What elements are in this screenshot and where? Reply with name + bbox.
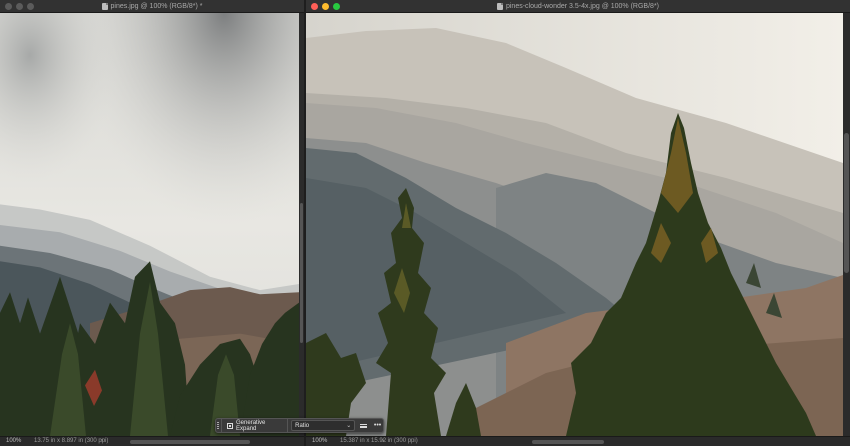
vertical-scrollbar[interactable] <box>843 13 850 436</box>
close-button[interactable] <box>5 3 12 10</box>
window-controls <box>5 3 34 10</box>
vertical-scrollbar[interactable] <box>299 13 304 436</box>
info-menu-caret[interactable]: › <box>101 437 103 446</box>
photo-pines-cloud-wonder <box>306 13 843 436</box>
photo-pines <box>0 13 299 436</box>
document-tab[interactable]: pines.jpg @ 100% (RGB/8*) * <box>101 0 203 13</box>
zoom-button[interactable] <box>333 3 340 10</box>
title-bar[interactable]: pines.jpg @ 100% (RGB/8*) * <box>0 0 304 13</box>
horizontal-scrollbar[interactable] <box>130 440 250 444</box>
image-canvas[interactable] <box>306 13 843 436</box>
document-window-pines[interactable]: pines.jpg @ 100% (RGB/8*) * 100% 13.75 i… <box>0 0 304 446</box>
contextual-task-bar[interactable]: Generative Expand Ratio ⌄ ••• <box>215 418 384 433</box>
generative-expand-button[interactable]: Generative Expand <box>222 419 289 432</box>
document-icon <box>101 3 108 10</box>
document-info: 13.75 in x 8.897 in (300 ppi) <box>34 438 109 444</box>
options-button[interactable] <box>358 420 369 431</box>
image-canvas[interactable] <box>0 13 299 436</box>
zoom-level[interactable]: 100% <box>6 437 21 446</box>
title-bar[interactable]: pines-cloud-wonder 3.5-4x.jpg @ 100% (RG… <box>306 0 850 13</box>
ratio-value: Ratio <box>295 422 310 429</box>
document-info: 15.387 in x 15.92 in (300 ppi) <box>340 438 418 444</box>
status-bar: 100% 15.387 in x 15.92 in (300 ppi) › <box>306 436 850 446</box>
close-button[interactable] <box>311 3 318 10</box>
more-icon: ••• <box>373 422 382 429</box>
scroll-thumb[interactable] <box>844 133 849 273</box>
minimize-button[interactable] <box>322 3 329 10</box>
generative-expand-icon <box>226 422 234 429</box>
zoom-level[interactable]: 100% <box>312 437 327 446</box>
horizontal-scrollbar[interactable] <box>532 440 604 444</box>
zoom-button[interactable] <box>27 3 34 10</box>
scroll-thumb[interactable] <box>300 203 303 343</box>
document-tab[interactable]: pines-cloud-wonder 3.5-4x.jpg @ 100% (RG… <box>496 0 659 13</box>
generative-expand-label: Generative Expand <box>236 419 266 432</box>
document-window-pines-cloud-wonder[interactable]: pines-cloud-wonder 3.5-4x.jpg @ 100% (RG… <box>306 0 850 446</box>
document-title: pines-cloud-wonder 3.5-4x.jpg @ 100% (RG… <box>505 3 659 10</box>
more-button[interactable]: ••• <box>372 420 383 431</box>
ratio-dropdown[interactable]: Ratio ⌄ <box>291 420 356 431</box>
bars-icon <box>360 423 368 428</box>
status-bar: 100% 13.75 in x 8.897 in (300 ppi) › <box>0 436 304 446</box>
chevron-down-icon: ⌄ <box>346 423 352 429</box>
window-controls <box>311 3 340 10</box>
minimize-button[interactable] <box>16 3 23 10</box>
document-title: pines.jpg @ 100% (RGB/8*) * <box>110 3 203 10</box>
info-menu-caret[interactable]: › <box>382 437 384 446</box>
document-icon <box>496 3 503 10</box>
